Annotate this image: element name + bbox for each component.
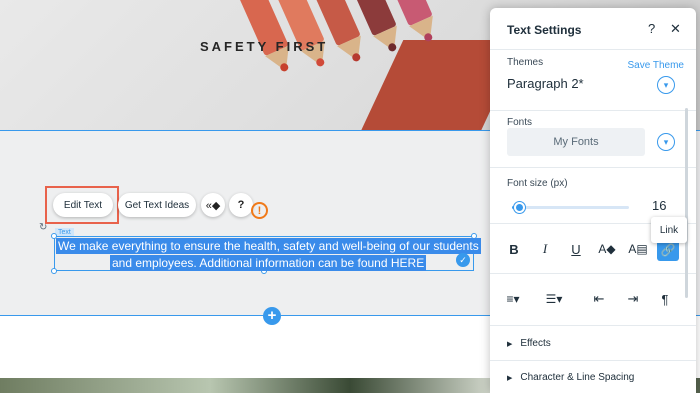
alignment-section: ≡▾ ☰▾ ⇤ ⇥ ¶ — [490, 274, 696, 326]
theme-value[interactable]: Paragraph 2* — [507, 76, 584, 91]
fonts-section: Fonts My Fonts ▾ — [490, 111, 696, 168]
link-tooltip: Link — [651, 217, 687, 243]
add-section-button[interactable]: + — [263, 307, 281, 325]
decrease-indent-icon[interactable]: ⇤ — [589, 289, 609, 309]
text-color-icon[interactable]: A◆ — [597, 239, 617, 259]
panel-scrollbar[interactable] — [685, 108, 688, 298]
highlight-color-icon[interactable]: A▤ — [628, 239, 648, 259]
effects-expander[interactable]: ▶ Effects — [507, 338, 551, 349]
panel-title: Text Settings — [507, 23, 582, 37]
themes-section: Themes Save Theme Paragraph 2* ▾ — [490, 51, 696, 111]
edit-text-button[interactable]: Edit Text — [53, 193, 113, 217]
align-icon[interactable]: ≡▾ — [503, 289, 523, 309]
font-size-slider[interactable] — [512, 202, 629, 213]
italic-button[interactable]: I — [535, 239, 555, 259]
fonts-label: Fonts — [507, 117, 533, 128]
text-direction-icon[interactable]: ¶ — [655, 289, 675, 309]
close-icon[interactable]: ✕ — [670, 21, 681, 37]
bold-button[interactable]: B — [504, 239, 524, 259]
slider-handle[interactable] — [514, 202, 526, 213]
increase-indent-icon[interactable]: ⇥ — [623, 289, 643, 309]
effects-section[interactable]: ▶ Effects — [490, 326, 696, 361]
warning-icon[interactable]: ! — [251, 202, 268, 219]
save-theme-link[interactable]: Save Theme — [627, 60, 684, 71]
selected-text-line[interactable]: and employees. Additional information ca… — [110, 255, 427, 271]
panel-help-icon[interactable]: ? — [648, 21, 655, 36]
chevron-down-icon[interactable]: ▾ — [657, 133, 675, 151]
help-icon[interactable]: ? — [229, 193, 253, 217]
font-selector[interactable]: My Fonts — [507, 128, 645, 156]
section-title: SAFETY FIRST — [200, 39, 329, 54]
get-text-ideas-button[interactable]: Get Text Ideas — [118, 193, 196, 217]
triangle-right-icon: ▶ — [507, 341, 513, 348]
effects-label: Effects — [520, 338, 551, 349]
spacing-label: Character & Line Spacing — [520, 372, 635, 383]
selected-text-line[interactable]: We make everything to ensure the health,… — [56, 238, 481, 254]
animation-icon[interactable]: «◆ — [201, 193, 225, 217]
text-settings-panel: Text Settings ? ✕ Themes Save Theme Para… — [490, 8, 696, 393]
font-size-label: Font size (px) — [507, 178, 568, 189]
themes-label: Themes — [507, 57, 544, 68]
triangle-right-icon: ▶ — [507, 375, 513, 382]
panel-header: Text Settings ? ✕ — [490, 8, 696, 50]
bullets-icon[interactable]: ☰▾ — [544, 289, 564, 309]
rotate-icon[interactable]: ↻ — [39, 222, 51, 234]
chevron-down-icon[interactable]: ▾ — [657, 76, 675, 94]
resize-handle[interactable] — [51, 268, 57, 274]
font-size-value[interactable]: 16 — [652, 198, 666, 213]
check-icon[interactable]: ✓ — [456, 253, 470, 267]
font-size-section: Font size (px) 16 — [490, 168, 696, 224]
spacing-expander[interactable]: ▶ Character & Line Spacing — [507, 372, 634, 383]
underline-button[interactable]: U — [566, 239, 586, 259]
